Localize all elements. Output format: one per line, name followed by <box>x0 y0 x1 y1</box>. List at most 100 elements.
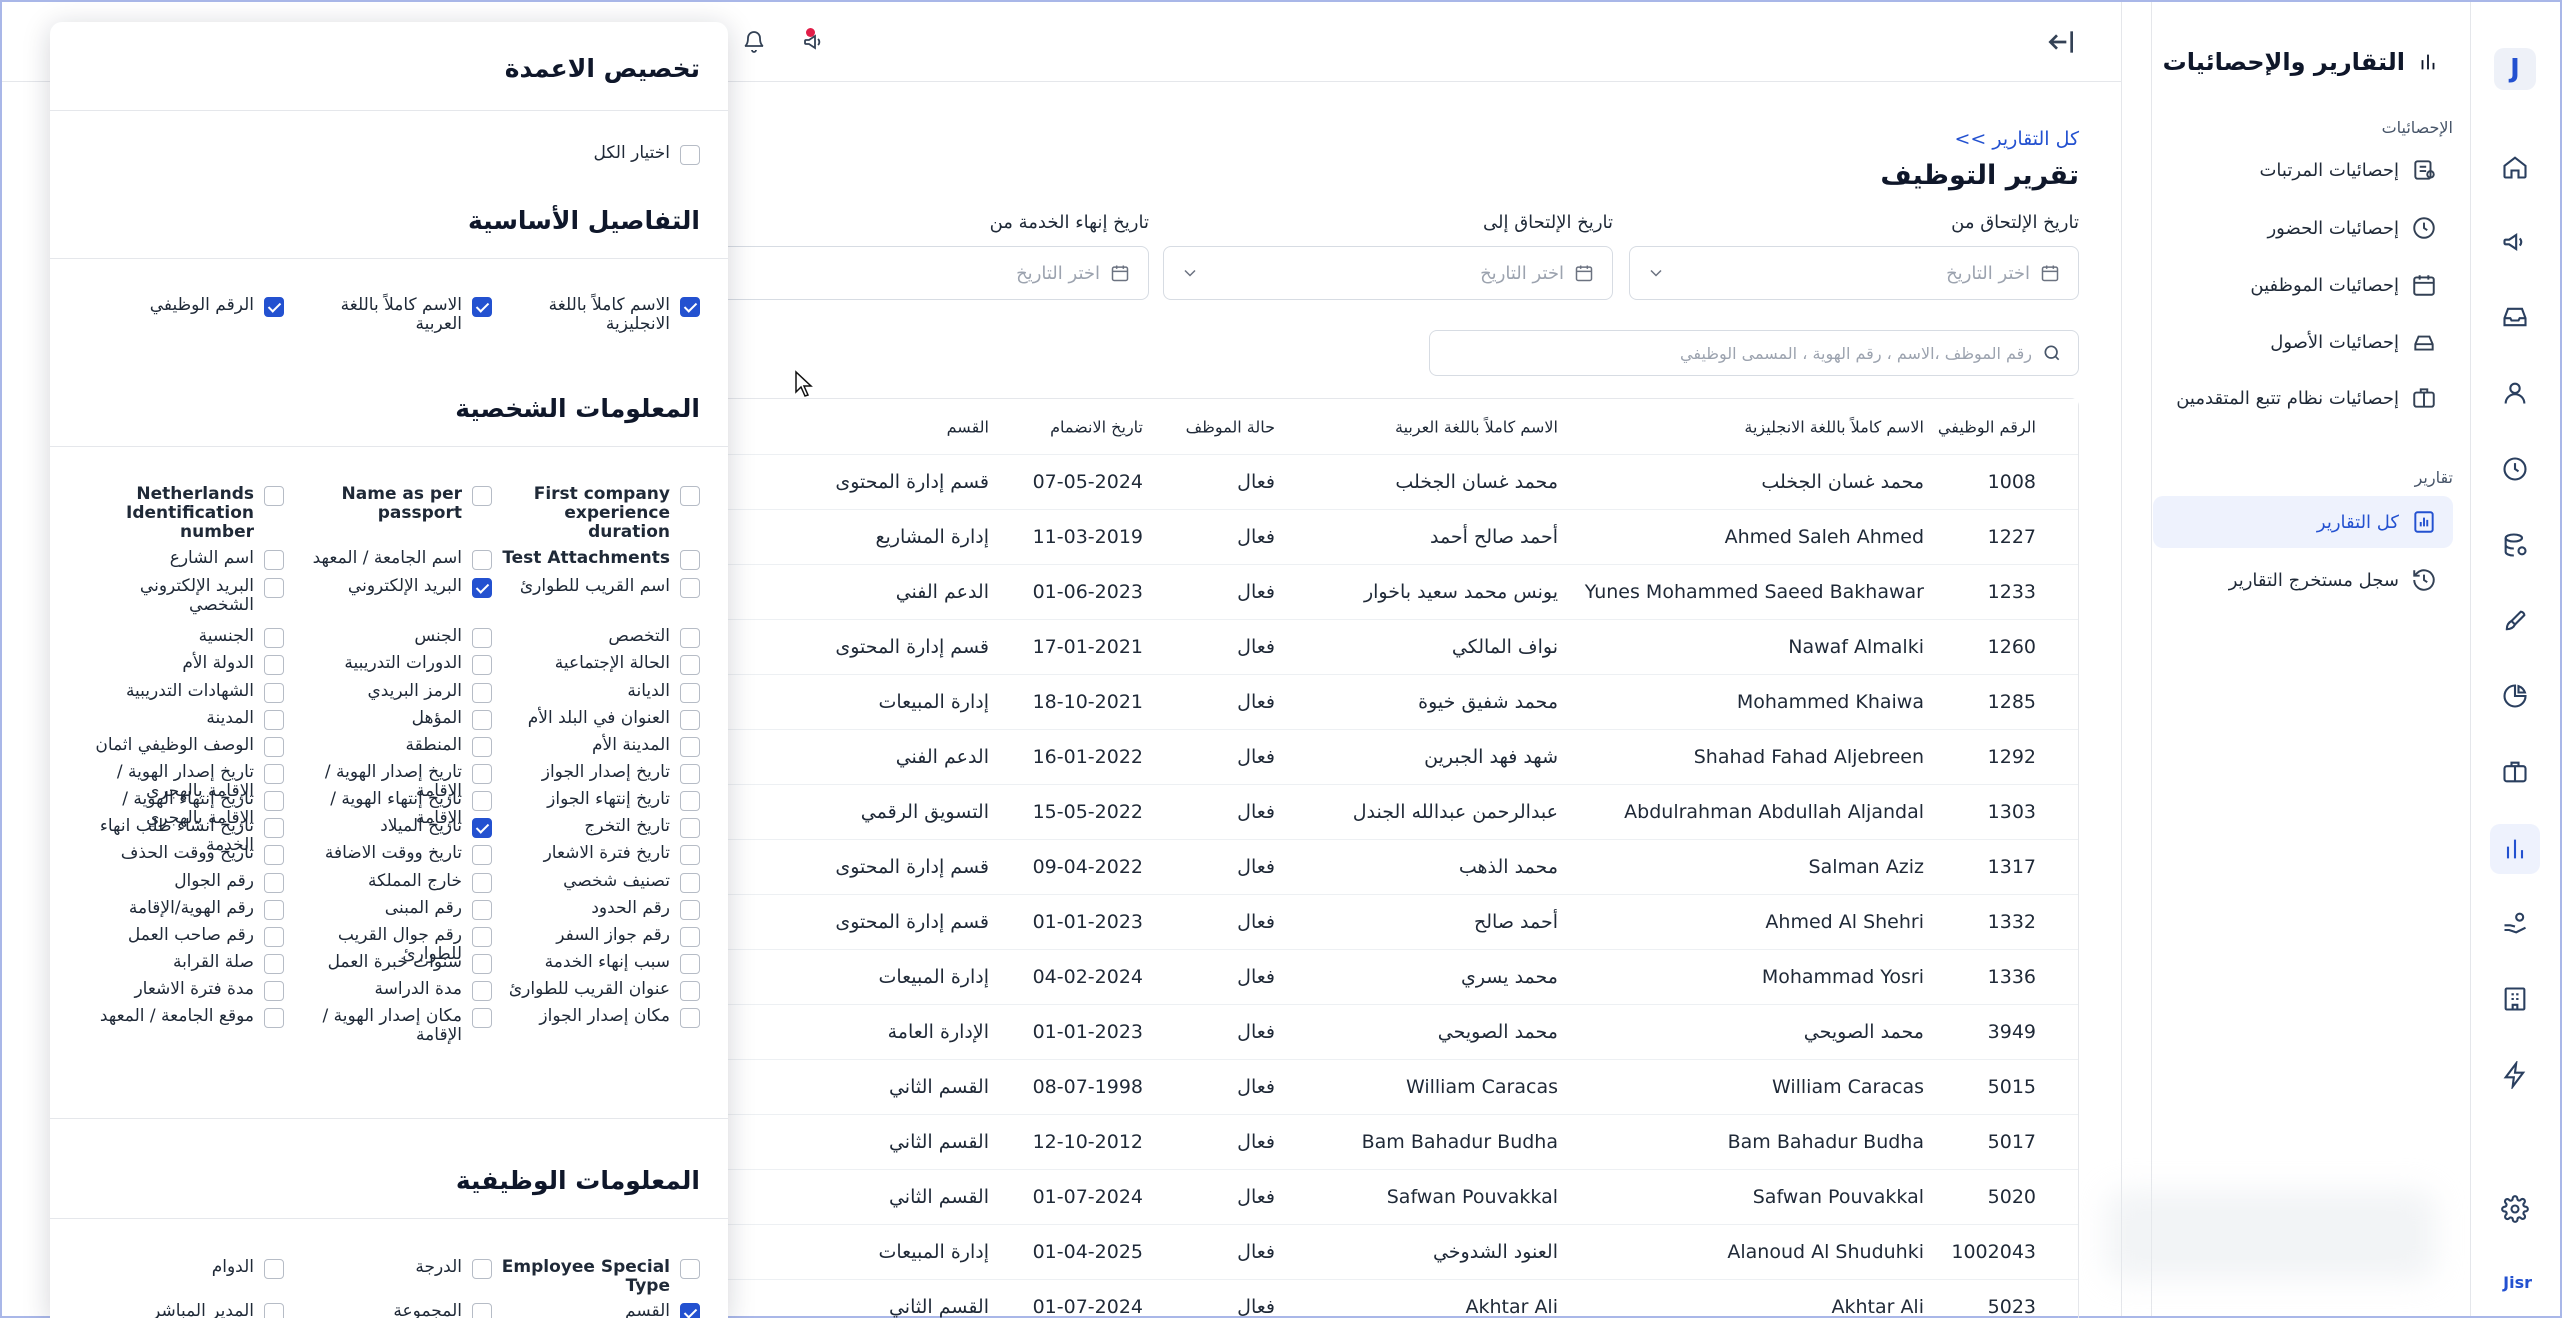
checkbox[interactable] <box>264 1259 284 1279</box>
column-option[interactable]: المؤهل <box>292 709 492 730</box>
column-option[interactable]: الرمز البريدي <box>292 682 492 703</box>
building-icon[interactable] <box>2500 984 2530 1014</box>
column-option[interactable]: خارج المملكة <box>292 872 492 893</box>
column-option[interactable]: الدوام <box>84 1258 284 1279</box>
checkbox[interactable] <box>264 297 284 317</box>
column-header[interactable]: الاسم كاملاً باللغة الانجليزية <box>1744 417 1924 436</box>
checkbox[interactable] <box>264 954 284 974</box>
checkbox[interactable] <box>680 655 700 675</box>
checkbox[interactable] <box>680 683 700 703</box>
column-header[interactable]: حالة الموظف <box>1186 417 1275 436</box>
column-option[interactable]: Name as per passport <box>292 485 492 523</box>
column-option[interactable]: رقم الجوال <box>84 872 284 893</box>
checkbox[interactable] <box>680 578 700 598</box>
checkbox[interactable] <box>472 655 492 675</box>
settings-icon[interactable] <box>2500 1194 2530 1224</box>
column-option[interactable]: مكان إصدار الجواز <box>500 1007 700 1028</box>
column-option[interactable]: First company experience duration <box>500 485 700 542</box>
search-input[interactable]: رقم الموظف ،الاسم ، رقم الهوية ، المسمى … <box>1429 330 2079 376</box>
column-option[interactable]: تاريخ إنتهاء الجواز <box>500 790 700 811</box>
checkbox[interactable] <box>264 873 284 893</box>
checkbox[interactable] <box>264 655 284 675</box>
column-header[interactable]: تاريخ الانضمام <box>1050 417 1143 436</box>
column-header[interactable]: الرقم الوظيفي <box>1938 417 2036 436</box>
column-option[interactable]: المجموعة <box>292 1302 492 1318</box>
column-option[interactable]: صلة القرابة <box>84 953 284 974</box>
checkbox[interactable] <box>680 737 700 757</box>
checkbox[interactable] <box>680 550 700 570</box>
checkbox[interactable] <box>680 297 700 317</box>
table-row[interactable]: 1303 Abdulrahman Abdullah Aljandal عبدالرح… <box>680 785 2078 840</box>
checkbox[interactable] <box>264 628 284 648</box>
checkbox[interactable] <box>472 900 492 920</box>
checkbox[interactable] <box>680 764 700 784</box>
column-option[interactable]: تاريخ الميلاد <box>292 817 492 838</box>
column-option[interactable]: Employee Special Type <box>500 1258 700 1296</box>
column-option[interactable]: اسم القريب للطوارئ <box>500 577 700 598</box>
checkbox[interactable] <box>680 873 700 893</box>
column-option[interactable]: الحالة الإجتماعية <box>500 654 700 675</box>
checkbox[interactable] <box>472 710 492 730</box>
column-option[interactable]: الرقم الوظيفي <box>84 296 284 317</box>
column-option[interactable]: موقع الجامعة / المعهد <box>84 1007 284 1028</box>
payroll-icon[interactable] <box>2500 530 2530 560</box>
column-option[interactable]: الاسم كاملاً باللغة العربية <box>292 296 492 334</box>
column-option[interactable]: العنوان في البلد الأم <box>500 709 700 730</box>
sidebar-item-stats-4[interactable]: إحصائيات نظام تتبع المتقدمين <box>2153 372 2453 424</box>
checkbox[interactable] <box>264 710 284 730</box>
sidebar-item-stats-1[interactable]: إحصائيات الحضور <box>2153 202 2453 254</box>
table-row[interactable]: 5017 Bam Bahadur Budha Bam Bahadur Budha فع… <box>680 1115 2078 1170</box>
checkbox[interactable] <box>680 628 700 648</box>
checkbox[interactable] <box>264 818 284 838</box>
checkbox[interactable] <box>264 737 284 757</box>
briefcase-icon[interactable] <box>2500 757 2530 787</box>
checkbox[interactable] <box>472 578 492 598</box>
checkbox[interactable] <box>680 818 700 838</box>
sidebar-item-stats-0[interactable]: إحصائيات المرتبات <box>2153 144 2453 196</box>
collapse-sidebar-icon[interactable] <box>2045 26 2081 62</box>
checkbox[interactable] <box>472 873 492 893</box>
table-row[interactable]: 1336 Mohammad Yosri محمد يسري فعال 04-02-202… <box>680 950 2078 1005</box>
column-option[interactable]: سبب إنهاء الخدمة <box>500 953 700 974</box>
table-row[interactable]: 1332 Ahmed Al Shehri أحمد صالح فعال 01-01-20… <box>680 895 2078 950</box>
checkbox[interactable] <box>472 818 492 838</box>
column-option[interactable]: اسم الجامعة / المعهد <box>292 549 492 570</box>
checkbox[interactable] <box>472 1008 492 1028</box>
column-option[interactable]: رقم المبنى <box>292 899 492 920</box>
checkbox[interactable] <box>264 927 284 947</box>
column-option[interactable]: الديانة <box>500 682 700 703</box>
megaphone-icon[interactable] <box>2500 227 2530 257</box>
column-option[interactable]: الوصف الوظيفي اثمان <box>84 736 284 757</box>
checkbox[interactable] <box>264 683 284 703</box>
checkbox[interactable] <box>264 1008 284 1028</box>
checkbox[interactable] <box>264 550 284 570</box>
join-to-date-picker[interactable]: اختر التاريخ <box>1163 246 1613 300</box>
table-row[interactable]: 1285 Mohammed Khaiwa محمد شفيق خيوة فعال 18-… <box>680 675 2078 730</box>
checkbox[interactable] <box>264 845 284 865</box>
column-option[interactable]: التخصص <box>500 627 700 648</box>
checkbox[interactable] <box>264 981 284 1001</box>
column-option[interactable]: القسم <box>500 1302 700 1318</box>
bar-chart-icon[interactable] <box>2490 824 2540 874</box>
column-header[interactable]: القسم <box>947 417 989 436</box>
column-option[interactable]: تصنيف شخصي <box>500 872 700 893</box>
column-option[interactable]: رقم جواز السفر <box>500 926 700 947</box>
column-option[interactable]: الشهادات التدريبية <box>84 682 284 703</box>
checkbox[interactable] <box>472 683 492 703</box>
column-option[interactable]: تاريخ ووقت الاضافة <box>292 844 492 865</box>
table-row[interactable]: 1008 محمد غسان الجخلب محمد غسان الجخلب فعال… <box>680 455 2078 510</box>
column-option[interactable]: تاريخ التخرج <box>500 817 700 838</box>
checkbox[interactable] <box>472 954 492 974</box>
column-option[interactable]: البريد الإلكتروني <box>292 577 492 598</box>
checkbox[interactable] <box>472 550 492 570</box>
checkbox[interactable] <box>472 628 492 648</box>
column-option[interactable]: رقم الحدود <box>500 899 700 920</box>
column-option[interactable]: Test Attachments <box>500 549 700 570</box>
checkbox[interactable] <box>680 845 700 865</box>
sidebar-item-all-reports[interactable]: كل التقارير <box>2153 496 2453 548</box>
checkbox[interactable] <box>472 297 492 317</box>
checkbox[interactable] <box>680 486 700 506</box>
sidebar-item-stats-3[interactable]: إحصائيات الأصول <box>2153 316 2453 368</box>
checkbox[interactable] <box>264 900 284 920</box>
column-option[interactable]: مدة فترة الاشعار <box>84 980 284 1001</box>
